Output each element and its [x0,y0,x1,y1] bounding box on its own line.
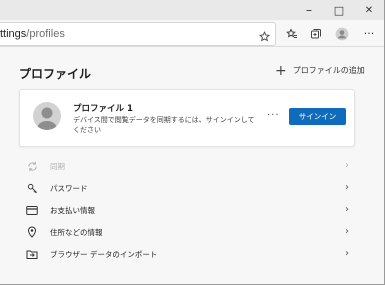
list-item-sync[interactable]: 同期 › [19,155,355,177]
profile-card: プロファイル 1 デバイス間で閲覧データを同期するには、サインインしてください … [19,89,355,147]
address-bar[interactable]: ttings/profiles [0,22,276,46]
profile-description: デバイス間で閲覧データを同期するには、サインインしてください [73,116,255,134]
browser-window: – □ ✕ ttings/profiles ··· プロファイル + プロファイ… [0,0,385,285]
add-profile-button[interactable]: + プロファイルの追加 [275,62,365,79]
close-button[interactable]: ✕ [354,0,384,20]
address-text: ttings/profiles [0,28,65,40]
chevron-right-icon: › [345,204,349,215]
list-item-import-data[interactable]: ブラウザー データのインポート › [19,243,355,265]
avatar [33,102,61,130]
page-title: プロファイル [19,67,92,81]
address-host: ttings [0,28,27,40]
favorites-button[interactable] [281,20,303,47]
more-icon: ··· [363,27,375,40]
profile-icon [335,27,349,40]
favorite-star-button[interactable] [253,23,275,50]
chevron-right-icon: › [345,248,349,259]
minimize-button[interactable]: – [294,0,324,20]
profile-button[interactable] [331,20,353,47]
close-icon: ✕ [364,4,374,16]
star-outline-icon [258,31,270,42]
profile-more-button[interactable]: ··· [267,110,280,121]
settings-content: プロファイル + プロファイルの追加 プロファイル 1 デバイス間で閲覧データを… [0,47,384,284]
chevron-right-icon: › [345,182,349,193]
chevron-right-icon: › [345,226,349,237]
maximize-button[interactable]: □ [324,0,354,20]
collections-button[interactable] [305,20,327,47]
address-path: /profiles [26,28,65,40]
key-icon [25,181,39,195]
collections-icon [311,28,321,38]
list-item-label: ブラウザー データのインポート [50,249,158,259]
plus-icon: + [275,62,287,79]
minimize-icon: – [306,3,312,17]
list-item-label: パスワード [50,183,88,193]
location-pin-icon [25,225,39,239]
list-item-label: 同期 [50,161,65,171]
person-icon [36,107,58,130]
list-item-passwords[interactable]: パスワード › [19,177,355,199]
list-item-label: お支払い情報 [50,205,95,215]
maximize-icon: □ [333,3,345,17]
list-item-addresses[interactable]: 住所などの情報 › [19,221,355,243]
import-icon [25,247,39,261]
browser-toolbar: ttings/profiles ··· [0,20,384,47]
chevron-right-icon: › [345,160,349,171]
title-bar: – □ ✕ [0,0,384,20]
signin-button[interactable]: サインイン [289,108,346,125]
credit-card-icon [25,203,39,217]
favorites-icon [286,27,297,38]
list-item-label: 住所などの情報 [50,227,103,237]
sync-icon [25,159,39,173]
more-button[interactable]: ··· [358,20,380,47]
add-profile-label: プロファイルの追加 [292,66,365,75]
list-item-payment-info[interactable]: お支払い情報 › [19,199,355,221]
profile-name: プロファイル 1 [73,104,133,114]
